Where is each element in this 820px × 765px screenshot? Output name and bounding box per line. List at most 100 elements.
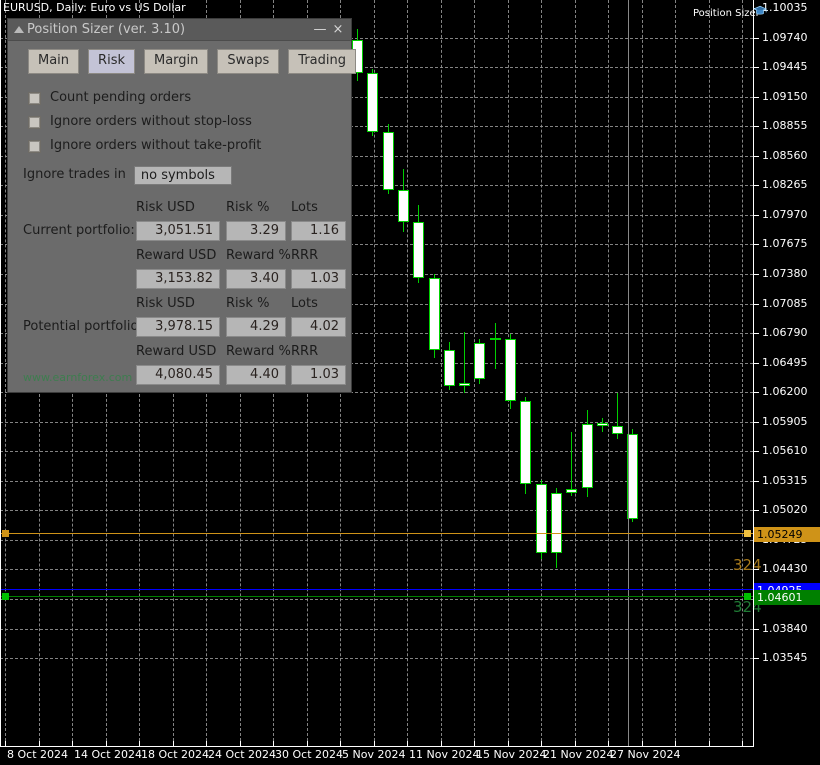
checkbox-label: Count pending orders — [50, 90, 192, 105]
value-field[interactable]: 3,978.15 — [136, 317, 220, 337]
checkbox-2[interactable] — [28, 139, 41, 153]
candle-wick — [571, 432, 572, 497]
time-tick-minor — [39, 741, 40, 746]
candle-body — [367, 72, 378, 132]
gridline-vertical — [407, 0, 408, 746]
entry-line[interactable] — [0, 589, 753, 590]
price-tick-label: 1.06200 — [762, 385, 808, 398]
take-profit-price-tag[interactable]: 1.05249 — [754, 527, 820, 542]
value-field[interactable]: 1.03 — [291, 269, 346, 289]
candle-body — [597, 423, 608, 427]
value-field[interactable]: 3,153.82 — [136, 269, 220, 289]
close-button[interactable]: × — [329, 22, 347, 37]
value-field[interactable]: 4.40 — [226, 365, 286, 385]
price-tick-label: 1.08560 — [762, 149, 808, 162]
gridline-vertical — [5, 0, 6, 746]
gridline-vertical — [608, 0, 609, 746]
time-tick-label: 24 Oct 2024 — [208, 748, 277, 761]
price-tick — [753, 481, 759, 482]
minimize-button[interactable]: — — [311, 22, 329, 37]
time-tick-minor — [240, 741, 241, 746]
stop-loss-price-tag[interactable]: 1.04601 — [754, 590, 820, 605]
ignore-trades-row[interactable]: Ignore trades in no symbols — [23, 164, 351, 186]
price-tick-label: 1.03840 — [762, 622, 808, 635]
time-tick-minor — [608, 741, 609, 746]
position-sizer-corner-label[interactable]: Position Sizer — [693, 8, 760, 19]
tab-margin[interactable]: Margin — [144, 49, 209, 74]
value-field[interactable]: 4,080.45 — [136, 365, 220, 385]
checkbox-0[interactable] — [28, 91, 41, 105]
time-tick-minor — [675, 741, 676, 746]
value-field[interactable]: 1.16 — [291, 221, 346, 241]
take-profit-handle[interactable] — [2, 530, 9, 537]
tab-main[interactable]: Main — [28, 49, 80, 74]
value-field[interactable]: 3.40 — [226, 269, 286, 289]
tab-risk[interactable]: Risk — [88, 49, 135, 74]
stop-loss-line[interactable] — [0, 596, 753, 597]
price-tick — [753, 244, 759, 245]
time-tick-label: 14 Oct 2024 — [74, 748, 143, 761]
time-tick-minor — [407, 741, 408, 746]
price-tick — [753, 156, 759, 157]
position-sizer-titlebar[interactable]: Position Sizer (ver. 3.10) — × — [8, 19, 351, 41]
price-axis-line — [753, 0, 754, 746]
tab-trading[interactable]: Trading — [288, 49, 356, 74]
triangle-up-icon[interactable] — [14, 26, 24, 33]
price-tick-label: 1.07970 — [762, 208, 808, 221]
take-profit-handle-right[interactable] — [744, 530, 751, 537]
value-field[interactable]: 4.02 — [291, 317, 346, 337]
column-header: Risk % — [226, 200, 270, 215]
column-header: Reward % — [226, 344, 291, 359]
take-profit-amount-label: 324 — [733, 556, 762, 574]
gridline-vertical — [541, 0, 542, 746]
price-tick — [753, 38, 759, 39]
time-axis-line — [0, 746, 754, 747]
graduation-cap-icon[interactable] — [753, 5, 767, 18]
stop-loss-handle[interactable] — [2, 593, 9, 600]
column-header: Reward USD — [136, 248, 217, 263]
take-profit-line[interactable] — [0, 533, 753, 534]
position-sizer-panel[interactable]: Position Sizer (ver. 3.10) — × Main Risk M… — [7, 18, 356, 393]
column-header: Lots — [291, 200, 318, 215]
value-field[interactable]: 3.29 — [226, 221, 286, 241]
time-tick-label: 5 Nov 2024 — [342, 748, 406, 761]
column-header: RRR — [291, 344, 319, 359]
time-tick-label: 15 Nov 2024 — [476, 748, 547, 761]
time-tick-minor — [139, 741, 140, 746]
price-tick-label: 1.07085 — [762, 297, 808, 310]
time-tick-label: 30 Oct 2024 — [275, 748, 344, 761]
candle-body — [551, 493, 562, 554]
gridline-vertical — [742, 0, 743, 746]
time-tick-label: 11 Nov 2024 — [409, 748, 480, 761]
ignore-trades-label: Ignore trades in — [23, 167, 126, 182]
checkbox-1[interactable] — [28, 115, 41, 129]
time-tick-minor — [340, 741, 341, 746]
position-sizer-tabs[interactable]: Main Risk Margin Swaps Trading — [8, 41, 356, 74]
checkbox-row[interactable]: Ignore orders without stop-loss — [28, 110, 351, 134]
price-tick-label: 1.09740 — [762, 31, 808, 44]
checkbox-row[interactable]: Ignore orders without take-profit — [28, 134, 351, 158]
value-field[interactable]: 1.03 — [291, 365, 346, 385]
price-tick-label: 1.08265 — [762, 178, 808, 191]
checkbox-label: Ignore orders without stop-loss — [50, 114, 252, 129]
price-tick — [753, 67, 759, 68]
checkbox-row[interactable]: Count pending orders — [28, 86, 351, 110]
value-field[interactable]: 4.29 — [226, 317, 286, 337]
price-tick — [753, 658, 759, 659]
value-field[interactable]: 3,051.51 — [136, 221, 220, 241]
price-tick — [753, 569, 759, 570]
time-tick-minor — [173, 741, 174, 746]
time-tick-minor — [575, 741, 576, 746]
position-sizer-checkbox-group[interactable]: Count pending orders Ignore orders withou… — [8, 86, 351, 158]
candle-body — [536, 484, 547, 554]
earnforex-link[interactable]: www.earnforex.com — [23, 372, 132, 384]
column-header: Risk USD — [136, 296, 195, 311]
time-tick-minor — [541, 741, 542, 746]
tab-swaps[interactable]: Swaps — [217, 49, 280, 74]
time-tick-minor — [307, 741, 308, 746]
gridline-horizontal — [0, 510, 753, 511]
candle-body — [582, 424, 593, 489]
candle-wick — [495, 323, 496, 370]
price-tick — [753, 185, 759, 186]
ignore-trades-input[interactable]: no symbols — [133, 165, 232, 185]
